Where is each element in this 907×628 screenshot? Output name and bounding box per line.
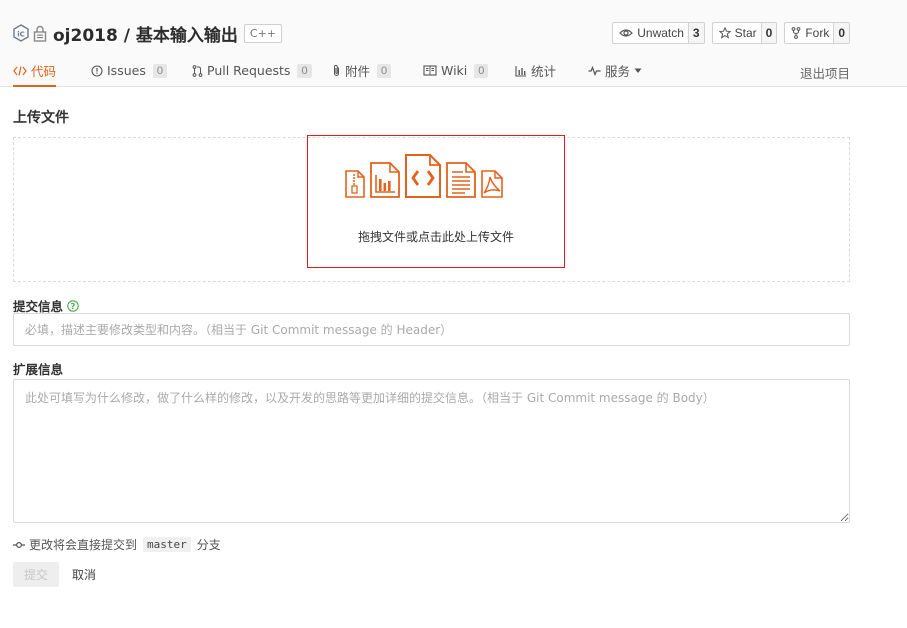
watch-count[interactable]: 3: [687, 23, 704, 43]
tab-wiki[interactable]: Wiki 0: [423, 56, 489, 85]
attachments-count-badge: 0: [377, 63, 392, 78]
star-text: Star: [734, 26, 757, 40]
repo-header: iC oj2018 / 基本输入输出 C++ Unwatch 3 Star 0: [0, 0, 907, 87]
branch-note-suffix: 分支: [196, 538, 221, 552]
fork-count[interactable]: 0: [833, 23, 849, 43]
project-logo-icon: iC: [12, 24, 30, 42]
fork-icon: [791, 27, 801, 39]
repo-title-row: iC oj2018 / 基本输入输出 C++: [12, 20, 283, 46]
language-badge: C++: [243, 23, 283, 43]
upload-section-title: 上传文件: [13, 110, 69, 126]
tab-attachments-label: 附件: [345, 64, 371, 79]
eye-icon: [619, 29, 634, 37]
upload-file-icons: [344, 154, 504, 198]
star-count[interactable]: 0: [760, 23, 777, 43]
repo-name[interactable]: 基本输入输出: [136, 26, 238, 46]
pull-request-icon: [192, 64, 203, 77]
caret-down-icon: [634, 68, 642, 73]
tab-wiki-label: Wiki: [441, 63, 468, 78]
tab-attachments[interactable]: 附件 0: [332, 56, 392, 85]
branch-note: 更改将会直接提交到 master 分支: [13, 536, 221, 553]
code-file-icon: [405, 154, 441, 198]
tab-issues-label: Issues: [107, 63, 146, 78]
tab-pull-requests[interactable]: Pull Requests 0: [192, 56, 312, 85]
pulse-icon: [588, 65, 601, 76]
tab-services[interactable]: 服务: [588, 56, 642, 85]
fork-text: Fork: [805, 26, 830, 40]
repo-tabs: 代码 Issues 0 Pull Requests 0 附件 0 Wiki 0 …: [0, 56, 907, 87]
tab-code[interactable]: 代码: [13, 56, 57, 87]
pdf-file-icon: [481, 170, 503, 198]
star-button[interactable]: Star 0: [711, 22, 778, 44]
upload-hint: 拖拽文件或点击此处上传文件: [357, 230, 514, 244]
text-file-icon: [446, 162, 476, 198]
unwatch-text: Unwatch: [637, 26, 684, 40]
pull-requests-count-badge: 0: [297, 63, 312, 78]
extended-info-textarea[interactable]: [13, 379, 850, 523]
book-icon: [423, 65, 437, 76]
issue-icon: [91, 64, 103, 77]
exit-project-link[interactable]: 退出项目: [800, 63, 850, 82]
issues-count-badge: 0: [152, 63, 167, 78]
repo-owner[interactable]: oj2018: [53, 26, 118, 46]
zip-file-icon: [345, 170, 365, 198]
svg-text:?: ?: [71, 302, 76, 311]
star-label[interactable]: Star: [713, 23, 761, 43]
repo-title[interactable]: oj2018 / 基本输入输出: [53, 21, 238, 46]
repo-actions: Unwatch 3 Star 0 Fork 0: [612, 22, 850, 44]
tab-services-label: 服务: [605, 64, 631, 79]
lock-icon: [33, 25, 47, 42]
commit-icon: [13, 541, 25, 548]
chart-file-icon: [370, 162, 400, 198]
unwatch-label[interactable]: Unwatch: [613, 23, 688, 43]
tab-issues[interactable]: Issues 0: [91, 56, 167, 85]
code-icon: [13, 65, 27, 76]
title-separator: /: [123, 25, 130, 46]
tab-statistics-label: 统计: [531, 64, 557, 79]
upload-trigger[interactable]: 拖拽文件或点击此处上传文件: [307, 135, 565, 268]
bar-chart-icon: [515, 65, 526, 77]
fork-label[interactable]: Fork: [785, 23, 833, 43]
extended-info-label-text: 扩展信息: [13, 362, 64, 377]
extended-info-label: 扩展信息: [13, 359, 63, 378]
paperclip-icon: [334, 64, 339, 76]
branch-note-prefix: 更改将会直接提交到: [29, 538, 138, 552]
tab-pull-requests-label: Pull Requests: [207, 63, 291, 78]
help-icon[interactable]: ?: [67, 299, 79, 312]
unwatch-button[interactable]: Unwatch 3: [612, 22, 705, 44]
tab-code-label: 代码: [31, 64, 57, 79]
fork-button[interactable]: Fork 0: [784, 22, 850, 44]
star-icon: [718, 27, 731, 39]
tab-statistics[interactable]: 统计: [515, 56, 556, 85]
cancel-button[interactable]: 取消: [66, 562, 102, 587]
submit-button[interactable]: 提交: [13, 562, 59, 587]
branch-name: master: [143, 537, 191, 552]
wiki-count-badge: 0: [474, 63, 489, 78]
commit-message-input[interactable]: [13, 313, 850, 346]
svg-text:iC: iC: [17, 31, 25, 39]
